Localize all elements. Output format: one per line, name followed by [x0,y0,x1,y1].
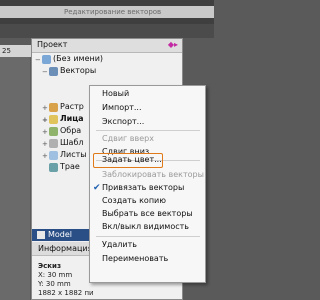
expand-icon[interactable] [42,162,49,174]
toolbar-gap [0,24,214,38]
tree-item-images[interactable]: + Обра [32,125,92,137]
menu-separator [96,236,200,237]
expand-icon[interactable]: + [42,114,49,126]
sheets-icon [49,150,58,160]
raster-icon [49,102,58,112]
faces-icon [49,114,58,124]
top-toolbar: Редактирование векторов [0,0,214,24]
checkmark-icon: ✔ [93,183,101,193]
tree-item-vector-layer[interactable] [32,77,92,89]
project-icon [42,54,51,64]
tree-item-sheets[interactable]: + Листы [32,149,92,161]
menu-item-delete[interactable]: Удалить [90,239,205,251]
menu-item-import[interactable]: Импорт... [90,102,205,114]
tree-item-vector-sublayer[interactable] [32,89,92,101]
menu-item-rename[interactable]: Переименовать [90,253,205,265]
expand-icon[interactable]: + [42,150,49,162]
vectors-icon [49,66,58,76]
menu-separator [96,130,200,131]
templates-icon [49,138,58,148]
tree-item-vectors[interactable]: − Векторы [32,65,96,78]
left-gutter [0,57,30,300]
panel-tools-icon[interactable]: ◆▸ [168,40,178,49]
sketch-info: Эскиз X: 30 mm Y: 30 mm 1882 x 1882 пи [38,262,94,297]
collapse-icon[interactable]: − [42,66,49,78]
collapse-icon[interactable]: − [35,54,42,66]
menu-item-snap-vectors[interactable]: ✔ Привязать векторы [90,182,205,194]
context-menu: Новый Импорт... Экспорт... Сдвиг вверх С… [89,85,206,283]
model-icon [37,230,45,239]
tree-item-root[interactable]: − (Без имени) [32,53,103,66]
menu-item-duplicate[interactable]: Создать копию [90,195,205,207]
tree-item-faces[interactable]: + Лица [32,113,92,125]
expand-icon[interactable]: + [42,126,49,138]
expand-icon[interactable]: + [42,138,49,150]
ruler: 25 [0,45,32,57]
menu-item-toggle-visibility[interactable]: Вкл/выкл видимость [90,221,205,233]
tree-item-templates[interactable]: + Шабл [32,137,92,149]
menu-item-set-color[interactable]: Задать цвет... [90,154,205,166]
menu-item-move-up[interactable]: Сдвиг вверх [90,133,205,145]
menu-item-export[interactable]: Экспорт... [90,116,205,128]
project-tree: − (Без имени) − Векторы + Растр + Лица + Обра… [32,53,103,173]
mode-title: Редактирование векторов [0,6,214,18]
expand-icon[interactable]: + [42,102,49,114]
tree-item-toolpaths[interactable]: Трае [32,161,92,173]
tree-item-raster[interactable]: + Растр [32,101,92,113]
menu-item-select-all-vectors[interactable]: Выбрать все векторы [90,208,205,220]
toolpaths-icon [49,162,58,172]
panel-title: Проект [37,40,68,49]
panel-header: Проект ◆▸ [32,39,182,53]
menu-item-lock-vectors[interactable]: Заблокировать векторы [90,169,205,181]
menu-item-new[interactable]: Новый [90,88,205,100]
images-icon [49,126,58,136]
